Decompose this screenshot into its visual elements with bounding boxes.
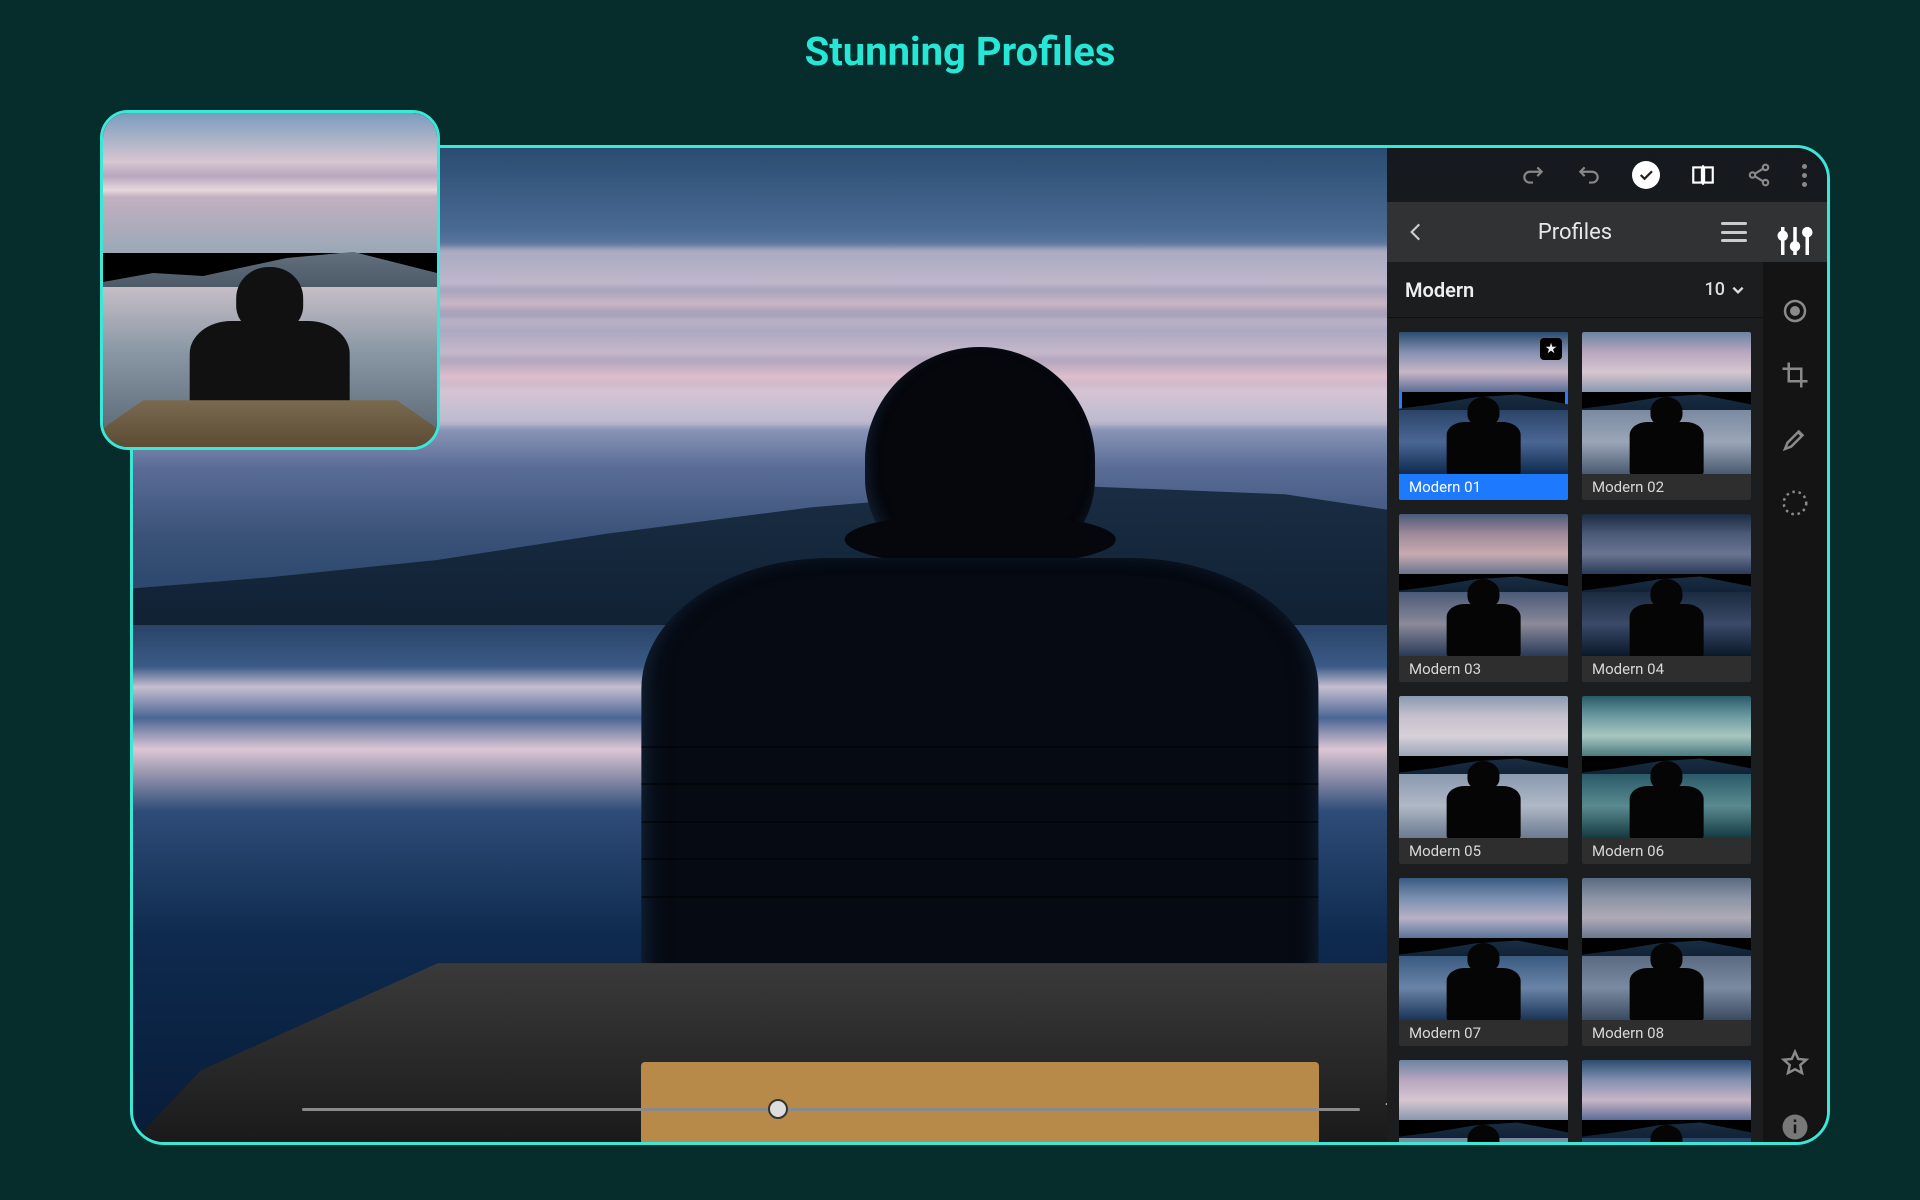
profile-amount-slider[interactable]: 139.0 [302, 1094, 1454, 1124]
adjust-sliders-icon[interactable] [1763, 202, 1827, 262]
more-vertical-icon[interactable] [1802, 164, 1807, 187]
profile-thumb-label: Modern 08 [1582, 1020, 1751, 1046]
profile-thumb-label: Modern 02 [1582, 474, 1751, 500]
tool-rail [1763, 202, 1827, 1142]
profile-group-selector[interactable]: Modern 10 [1387, 262, 1763, 318]
info-icon[interactable] [1780, 1112, 1810, 1142]
profile-thumb[interactable]: Modern 06 [1582, 696, 1751, 864]
profile-thumb-label: Modern 03 [1399, 656, 1568, 682]
profile-group-name: Modern [1405, 278, 1474, 302]
healing-brush-icon[interactable] [1780, 424, 1810, 454]
radial-gradient-icon[interactable] [1780, 488, 1810, 518]
profile-thumb[interactable]: Modern 02 [1582, 332, 1751, 500]
editor-topbar [1387, 148, 1827, 202]
panel-header: Profiles [1387, 202, 1763, 262]
before-after-icon[interactable] [1690, 162, 1716, 188]
profile-thumb-label: Modern 01 [1399, 474, 1568, 500]
redo-icon[interactable] [1520, 162, 1546, 188]
profile-thumb[interactable]: Modern 07 [1399, 878, 1568, 1046]
profile-thumb[interactable]: Modern 03 [1399, 514, 1568, 682]
caret-down-icon [1731, 283, 1745, 297]
target-icon[interactable] [1780, 296, 1810, 326]
undo-icon[interactable] [1576, 162, 1602, 188]
crop-icon[interactable] [1780, 360, 1810, 390]
back-button[interactable] [1403, 219, 1429, 245]
profile-thumb-label: Modern 07 [1399, 1020, 1568, 1046]
profile-thumb-label: Modern 04 [1582, 656, 1751, 682]
profile-thumb-label: Modern 05 [1399, 838, 1568, 864]
profile-thumb[interactable]: Modern 09 [1399, 1060, 1568, 1142]
profiles-panel: Profiles Modern 10 ★ Modern 01 Modern 02 Mo… [1387, 202, 1763, 1142]
profile-thumbnail-grid: ★ Modern 01 Modern 02 Modern 03 Modern 04 Mod… [1387, 318, 1763, 1142]
panel-title: Profiles [1443, 220, 1707, 245]
profile-thumb[interactable]: ★ Modern 01 [1399, 332, 1568, 500]
star-icon[interactable] [1780, 1048, 1810, 1078]
profile-thumb[interactable]: Modern 04 [1582, 514, 1751, 682]
favorite-badge-icon: ★ [1540, 338, 1562, 360]
slider-handle[interactable] [768, 1099, 788, 1119]
profile-thumb-label: Modern 06 [1582, 838, 1751, 864]
panel-menu-button[interactable] [1721, 222, 1747, 242]
profile-group-count: 10 [1705, 279, 1745, 300]
marketing-headline: Stunning Profiles [805, 28, 1116, 75]
original-photo-inset [100, 110, 440, 450]
share-icon[interactable] [1746, 162, 1772, 188]
profile-thumb[interactable]: Modern 10 [1582, 1060, 1751, 1142]
accept-edits-button[interactable] [1632, 161, 1660, 189]
profile-thumb[interactable]: Modern 08 [1582, 878, 1751, 1046]
profile-thumb[interactable]: Modern 05 [1399, 696, 1568, 864]
